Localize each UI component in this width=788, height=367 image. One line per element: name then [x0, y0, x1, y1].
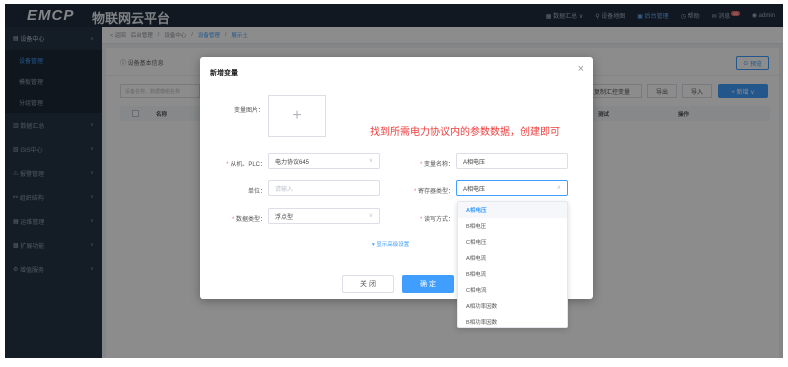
unit-label: 单位： — [247, 189, 266, 195]
name-label: * 变量名称： — [419, 162, 454, 168]
slave-label: * 从机、PLC： — [226, 162, 266, 168]
dialog-title: 新增变量 — [210, 70, 238, 77]
register-label: * 寄存器类型： — [413, 189, 454, 195]
confirm-button[interactable]: 确 定 — [402, 275, 454, 293]
dropdown-option[interactable]: A相电压 — [458, 202, 567, 218]
unit-input[interactable]: 请输入 — [268, 180, 380, 196]
annotation-callout: 找到所需电力协议内的参数数据，创建即可 — [370, 127, 560, 138]
register-type-select[interactable]: A相电压 ∧ — [456, 180, 568, 196]
chevron-down-icon: ∨ — [368, 213, 373, 219]
register-type-dropdown: A相电压 B相电压 C相电压 A相电流 B相电流 C相电流 A相功率因数 B相功… — [457, 201, 568, 328]
variable-name-input[interactable]: A相电压 — [456, 153, 568, 169]
chevron-down-icon: ∨ — [368, 158, 373, 164]
slave-select[interactable]: 电力协议645 ∨ — [268, 153, 380, 169]
close-icon[interactable]: × — [578, 63, 584, 75]
advanced-settings-toggle[interactable]: ▾ 显示高级设置 — [372, 240, 409, 248]
dropdown-option[interactable]: A相功率因数 — [458, 298, 567, 314]
dropdown-option[interactable]: B相电流 — [458, 266, 567, 282]
dropdown-option[interactable]: C相电压 — [458, 234, 567, 250]
chevron-up-icon: ∧ — [556, 185, 561, 191]
data-type-label: * 数据类型： — [231, 217, 266, 223]
dropdown-option[interactable]: B相功率因数 — [458, 314, 567, 327]
plus-icon: + — [292, 107, 302, 124]
image-label: 变量图片： — [233, 108, 264, 114]
data-type-select[interactable]: 浮点型 ∨ — [268, 208, 380, 224]
app-window: EMCP 物联网云平台 ▦ 数据汇总 ∨ ⚲ 设备地图 ▣ 后台管理 ◷ 帮助 … — [5, 4, 783, 358]
dropdown-option[interactable]: C相电流 — [458, 282, 567, 298]
close-button[interactable]: 关 闭 — [342, 275, 394, 293]
dropdown-option[interactable]: A相电流 — [458, 250, 567, 266]
dropdown-option[interactable]: B相电压 — [458, 218, 567, 234]
rw-label: * 读写方式： — [419, 217, 454, 223]
image-upload[interactable]: + — [268, 95, 326, 137]
